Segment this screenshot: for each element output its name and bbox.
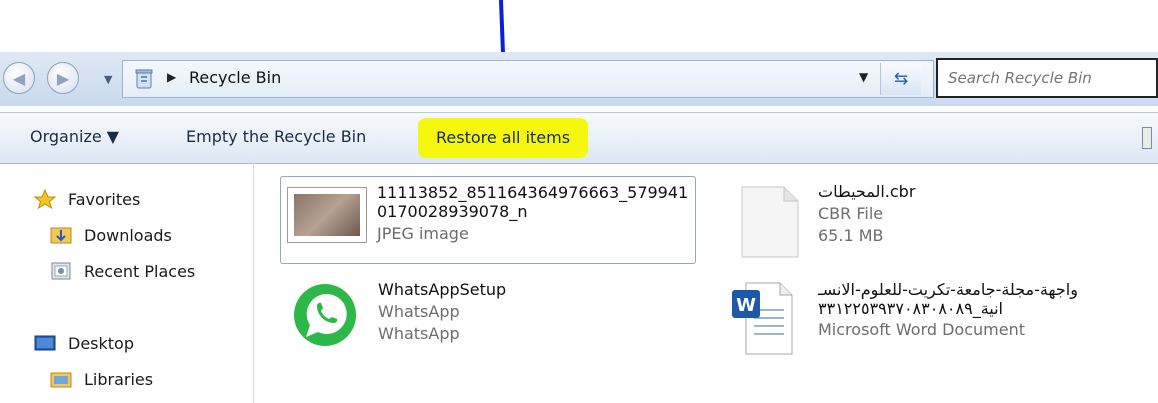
command-toolbar: Organize ▼ Empty the Recycle Bin Restore… [0,112,1158,164]
nav-recent-places-label: Recent Places [84,261,196,281]
file-item-cbr[interactable]: المحيطات.cbr CBR File 65.1 MB [740,180,1120,264]
refresh-icon: ⇆ [893,69,909,89]
recent-places-icon [50,261,72,281]
file-type: JPEG image [377,224,469,243]
file-name-line2: انية_٣٣١٢٢٥٣٩٣٧٠٨٣٠٨٠٨٩ [818,299,1003,318]
file-name-line1: واجهة-مجلة-جامعة-تكريت-للعلوم-الانسـ [818,280,1078,299]
file-type: WhatsApp [378,302,460,321]
downloads-folder-icon [50,225,72,245]
file-company: WhatsApp [378,324,460,343]
navigation-pane: Favorites Downloads Recent Places Deskto… [0,163,254,403]
libraries-folder-icon [50,369,72,389]
file-name-line1: 11113852_851164364976663_579941 [377,183,689,202]
breadcrumb-chevron-icon[interactable]: ▶ [167,70,176,84]
empty-recycle-bin-button[interactable]: Empty the Recycle Bin [186,127,366,146]
organize-menu[interactable]: Organize ▼ [30,127,119,146]
file-size: 65.1 MB [818,226,884,245]
file-item-jpeg[interactable]: 11113852_851164364976663_579941 01700289… [280,176,696,264]
word-document-icon: W [732,282,793,355]
search-box[interactable] [936,58,1158,98]
nav-downloads-label: Downloads [84,225,172,245]
search-input[interactable] [938,60,1150,96]
refresh-button[interactable]: ⇆ [880,63,921,95]
svg-text:W: W [736,295,756,316]
nav-favorites[interactable]: Favorites [34,189,140,209]
star-icon [34,189,56,209]
nav-recent-places[interactable]: Recent Places [50,261,195,281]
nav-libraries-label: Libraries [84,369,154,389]
file-type: CBR File [818,204,884,223]
blank-file-icon [741,186,799,258]
nav-desktop-label: Desktop [68,333,134,353]
nav-libraries[interactable]: Libraries [50,369,153,389]
desktop-icon [34,333,56,353]
restore-all-items-button[interactable]: Restore all items [418,118,589,158]
address-dropdown-icon[interactable]: ▼ [859,70,868,84]
file-name: المحيطات.cbr [818,182,916,201]
forward-button[interactable]: ▶ [47,62,79,94]
back-arrow-icon: ◀ [12,68,26,88]
file-item-word-document[interactable]: W واجهة-مجلة-جامعة-تكريت-للعلوم-الانسـ ا… [726,276,1151,366]
address-bar[interactable]: ▶ Recycle Bin ▼ ⇆ [122,60,934,98]
recent-pages-dropdown-icon[interactable]: ▼ [104,73,112,86]
nav-downloads[interactable]: Downloads [50,225,172,245]
nav-favorites-label: Favorites [68,189,141,209]
file-type: Microsoft Word Document [818,320,1025,339]
jpeg-thumbnail-icon [287,187,367,243]
file-item-whatsapp[interactable]: WhatsAppSetup WhatsApp WhatsApp [280,274,700,364]
whatsapp-icon [294,284,356,346]
recycle-bin-icon [135,69,153,89]
nav-desktop[interactable]: Desktop [34,333,134,353]
file-name-line2: 0170028939078_n [377,202,528,221]
change-view-icon[interactable] [1142,127,1152,149]
breadcrumb-recycle-bin[interactable]: Recycle Bin [189,68,281,87]
back-button[interactable]: ◀ [3,62,35,94]
forward-arrow-icon: ▶ [56,68,70,88]
file-name: WhatsAppSetup [378,280,507,299]
